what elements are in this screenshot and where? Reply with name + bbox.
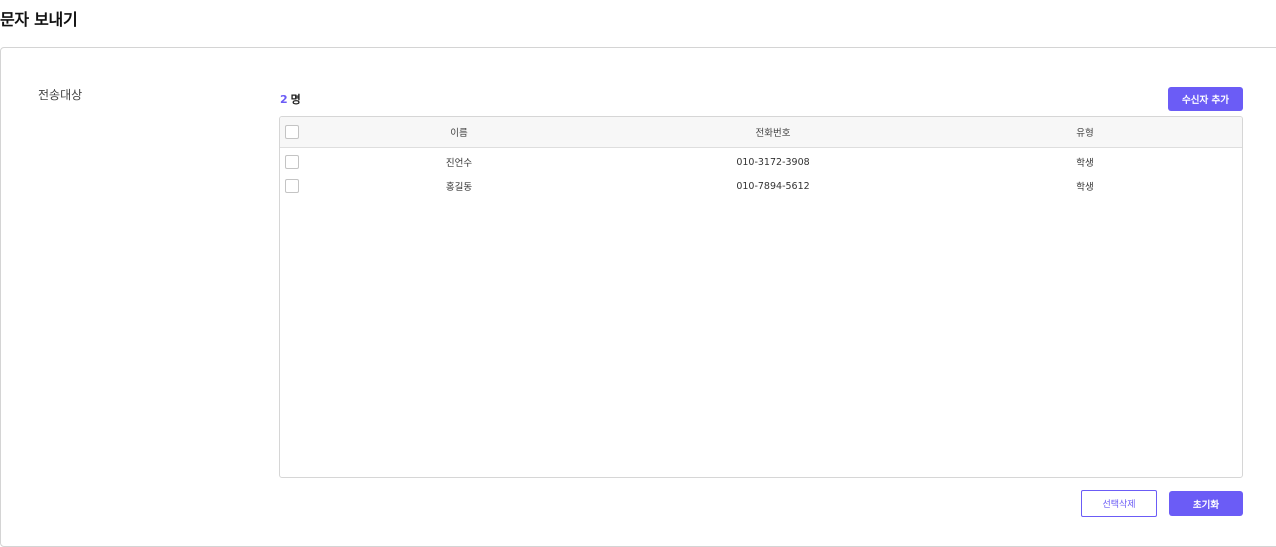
row-phone: 010-7894-5612 (736, 180, 810, 192)
row-name: 홍길동 (445, 182, 473, 193)
header-name: 이름 (450, 128, 468, 139)
select-all-checkbox[interactable] (285, 125, 299, 139)
delete-selected-button[interactable]: 선택삭제 (1081, 490, 1157, 517)
table-row: 진언수 010-3172-3908 학생 (280, 150, 1242, 174)
table-body: 진언수 010-3172-3908 학생 홍길동 010-7894-5612 학… (280, 148, 1242, 198)
row-phone: 010-3172-3908 (736, 156, 810, 168)
select-all-cell (285, 117, 301, 147)
row-name: 진언수 (445, 158, 473, 169)
table-header: 이름 전화번호 유형 (280, 117, 1242, 148)
recipient-count-unit: 명 (290, 93, 301, 106)
recipients-label: 전송대상 (38, 88, 83, 102)
table-row: 홍길동 010-7894-5612 학생 (280, 174, 1242, 198)
page-title: 문자 보내기 (0, 10, 78, 29)
reset-button[interactable]: 초기화 (1169, 491, 1243, 516)
header-phone: 전화번호 (755, 128, 791, 139)
row-check-cell (285, 174, 301, 198)
row-checkbox[interactable] (285, 179, 299, 193)
recipients-table: 이름 전화번호 유형 진언수 010-3172-3908 학생 홍길동 010-… (279, 116, 1243, 478)
row-type: 학생 (1076, 182, 1094, 193)
row-checkbox[interactable] (285, 155, 299, 169)
row-type: 학생 (1076, 158, 1094, 169)
recipient-count: 2명 (280, 91, 301, 107)
row-check-cell (285, 150, 301, 174)
recipient-count-number: 2 (280, 93, 288, 106)
header-type: 유형 (1076, 128, 1094, 139)
add-recipient-button[interactable]: 수신자 추가 (1168, 87, 1243, 111)
